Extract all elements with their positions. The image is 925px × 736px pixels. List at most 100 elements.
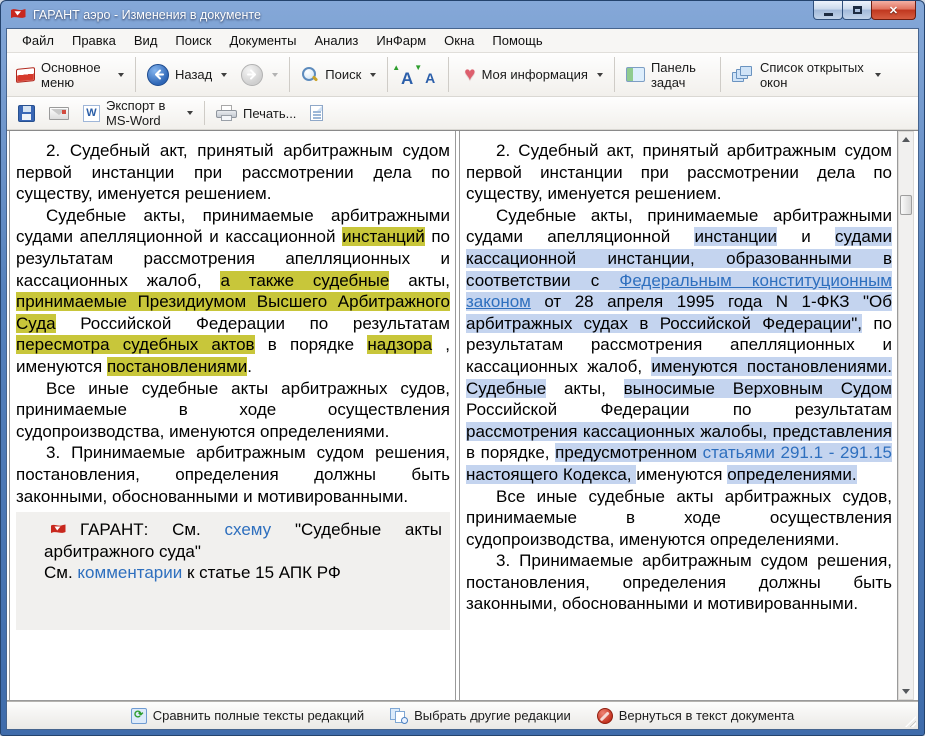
font-increase-label: A (401, 71, 413, 86)
garant-flag-icon (50, 523, 67, 536)
window-controls (814, 1, 916, 20)
close-button[interactable] (871, 1, 916, 20)
return-to-document-button[interactable]: Вернуться в текст документа (597, 708, 795, 724)
scrollbar-thumb[interactable] (900, 195, 912, 215)
text-segment: инстанций (342, 227, 425, 246)
text-segment: Российской Федерации по результатам (466, 400, 892, 419)
text-segment: в порядке, (466, 443, 555, 462)
mail-button[interactable] (42, 105, 76, 122)
font-decrease-button[interactable]: ▼ A (414, 64, 436, 86)
document-compare-area: 2. Судебный акт, принятый арбитражным су… (7, 130, 918, 701)
back-arrow-icon (147, 64, 169, 86)
right-document-pane[interactable]: 2. Судебный акт, принятый арбитражным су… (459, 131, 898, 700)
menu-edit[interactable]: Правка (63, 30, 125, 51)
main-menu-button[interactable]: Основное меню (9, 58, 131, 92)
text-segment: именуются (636, 465, 727, 484)
print-button[interactable]: Печать... (209, 103, 303, 124)
back-button[interactable]: Назад (140, 62, 234, 88)
app-body: Файл Правка Вид Поиск Документы Анализ И… (6, 28, 919, 730)
vertical-scrollbar[interactable] (898, 131, 914, 700)
envelope-icon (49, 107, 69, 120)
choose-other-editions-button[interactable]: Выбрать другие редакции (390, 708, 571, 724)
menu-windows[interactable]: Окна (435, 30, 483, 51)
minimize-button[interactable] (813, 1, 843, 20)
text-segment: См. (44, 563, 77, 582)
search-icon (301, 66, 319, 84)
toolbar-separator (387, 57, 388, 92)
font-increase-button[interactable]: ▲ A (392, 64, 414, 86)
text-segment: настоящего Кодекса, (466, 465, 636, 484)
toolbar-separator (289, 57, 290, 92)
chevron-down-icon (875, 73, 881, 77)
open-windows-button[interactable]: Список открытых окон (725, 58, 888, 92)
text-segment: 2. Судебный акт, принятый арбитражным су… (16, 141, 450, 203)
text-segment: Все иные судебные акты арбитражных судов… (16, 379, 450, 441)
return-to-document-label: Вернуться в текст документа (619, 708, 795, 723)
doc-link[interactable]: статьями 291.1 - 291.15 (703, 443, 892, 462)
save-button[interactable] (11, 103, 42, 124)
forward-button[interactable] (234, 62, 285, 88)
task-panel-icon (626, 67, 645, 82)
my-information-label: Моя информация (482, 67, 588, 82)
maximize-button[interactable] (842, 1, 872, 20)
maximize-icon (853, 6, 862, 14)
app-window: ГАРАНТ аэро - Изменения в документе Файл… (0, 0, 925, 736)
prohibition-icon (597, 708, 613, 724)
export-word-label: Экспорт в MS-Word (106, 98, 178, 128)
search-button[interactable]: Поиск (294, 64, 383, 86)
chevron-down-icon (597, 73, 603, 77)
text-segment: акты, (546, 379, 623, 398)
doc-paragraph: 3. Принимаемые арбитражным судом решения… (466, 550, 892, 615)
menu-file[interactable]: Файл (13, 30, 63, 51)
doc-paragraph: Все иные судебные акты арбитражных судов… (16, 378, 450, 443)
text-segment: ГАРАНТ: См. (80, 520, 225, 539)
menu-search[interactable]: Поиск (166, 30, 220, 51)
resize-grip[interactable] (905, 716, 916, 727)
menu-documents[interactable]: Документы (220, 30, 305, 51)
menubar: Файл Правка Вид Поиск Документы Анализ И… (7, 29, 918, 53)
task-panel-button[interactable]: Панель задач (619, 58, 716, 92)
doc-paragraph: Судебные акты, принимаемые арбитражными … (16, 205, 450, 378)
text-segment: предусмотренном (555, 443, 703, 462)
main-menu-label: Основное меню (41, 60, 109, 90)
doc-link[interactable]: схему (225, 520, 272, 539)
print-label: Печать... (243, 106, 296, 121)
text-segment: акты, (389, 271, 450, 290)
text-segment: пересмотра судебных актов (16, 335, 255, 354)
garant-note-line: См. комментарии к статье 15 АПК РФ (44, 562, 442, 584)
doc-paragraph: Судебные акты, принимаемые арбитражными … (466, 205, 892, 486)
menu-view[interactable]: Вид (125, 30, 167, 51)
text-segment: надзора (367, 335, 432, 354)
down-arrow-icon (902, 689, 910, 694)
green-down-arrow-icon: ▼ (414, 64, 422, 72)
export-word-button[interactable]: W Экспорт в MS-Word (76, 96, 200, 130)
print-preview-button[interactable] (303, 103, 330, 123)
scroll-up-button[interactable] (899, 132, 913, 147)
text-segment: 3. Принимаемые арбитражным судом решения… (466, 551, 892, 613)
text-segment: инстанции (694, 227, 777, 246)
compare-full-texts-button[interactable]: ⟳ Сравнить полные тексты редакций (131, 708, 364, 724)
window-title: ГАРАНТ аэро - Изменения в документе (33, 8, 261, 22)
menu-analysis[interactable]: Анализ (305, 30, 367, 51)
left-document-pane[interactable]: 2. Судебный акт, принятый арбитражным су… (9, 131, 456, 700)
text-segment: . (247, 357, 252, 376)
russian-flag-icon (16, 67, 35, 83)
text-segment: определениями. (727, 465, 856, 484)
garant-note-block: ГАРАНТ: См. схему "Судебные акты арбитра… (16, 512, 450, 630)
toolbar-separator (720, 57, 721, 92)
garant-logo-icon (10, 7, 27, 22)
scroll-down-button[interactable] (899, 684, 913, 699)
text-segment: а также судебные (220, 271, 389, 290)
ms-word-icon: W (83, 105, 100, 122)
text-segment: 3. Принимаемые арбитражным судом решения… (16, 443, 450, 505)
menu-inpharm[interactable]: ИнФарм (367, 30, 435, 51)
toolbar-separator (614, 57, 615, 92)
toolbar-separator (135, 57, 136, 92)
open-windows-label: Список открытых окон (760, 60, 866, 90)
doc-paragraph: 3. Принимаемые арбитражным судом решения… (16, 442, 450, 507)
garant-note-text: ГАРАНТ: См. схему "Судебные акты арбитра… (44, 520, 442, 561)
my-information-button[interactable]: ♥ Моя информация (457, 64, 610, 86)
doc-link[interactable]: комментарии (77, 563, 182, 582)
menu-help[interactable]: Помощь (483, 30, 551, 51)
titlebar[interactable]: ГАРАНТ аэро - Изменения в документе (6, 1, 919, 28)
